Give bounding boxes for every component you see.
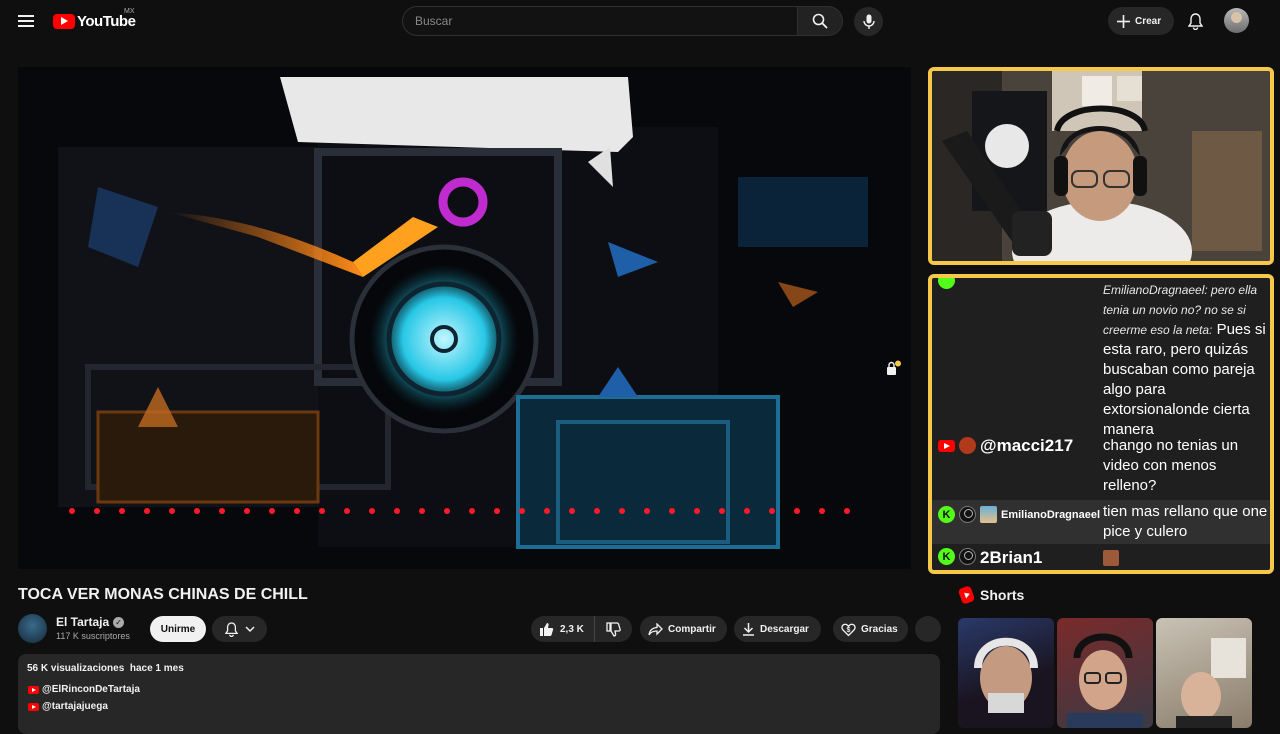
chevron-down-icon — [244, 625, 255, 632]
create-label: Crear — [1135, 15, 1162, 27]
channel-name-link[interactable]: El Tartaja ✓ — [56, 615, 125, 629]
thanks-label: Gracias — [861, 623, 898, 635]
logo-text: YouTube — [77, 12, 136, 30]
video-player[interactable] — [18, 67, 911, 569]
short-thumbnail-image — [974, 637, 1038, 713]
description-box[interactable]: 56 K visualizaciones hace 1 mes @ElRinco… — [18, 654, 940, 734]
thanks-button[interactable]: $ Gracias — [833, 616, 908, 642]
kick-badge-icon: K — [938, 548, 955, 565]
video-frame — [18, 67, 911, 569]
chat-user: K 2Brian1 — [932, 548, 1103, 568]
search-bar — [402, 6, 843, 36]
view-count: 56 K visualizaciones — [27, 663, 125, 674]
youtube-logo[interactable]: YouTube MX — [53, 8, 136, 32]
chat-message: K EmilianoDragnaeel tien mas rellano que… — [932, 500, 1270, 544]
account-avatar[interactable] — [1224, 8, 1249, 33]
youtube-icon — [28, 685, 39, 694]
description-link[interactable]: @tartajajuega — [28, 701, 108, 712]
chat-message-text: chango no tenias un video con menos rell… — [1103, 437, 1239, 494]
upload-date: hace 1 mes — [129, 663, 184, 674]
bell-icon — [224, 621, 238, 637]
short-thumbnail-image — [1176, 638, 1246, 728]
user-avatar-icon — [980, 506, 997, 523]
chat-username: EmilianoDragnaeel — [1001, 509, 1101, 521]
channel-link-text: @tartajajuega — [42, 701, 108, 712]
chat-message-text: tien mas rellano que one pice y culero — [1103, 503, 1268, 540]
join-button[interactable]: Unirme — [150, 616, 206, 642]
search-input[interactable] — [402, 6, 797, 36]
short-thumbnail-image — [1067, 633, 1143, 728]
share-button[interactable]: Compartir — [640, 616, 727, 642]
kick-badge-icon: K — [938, 506, 955, 523]
voice-search-button[interactable] — [854, 7, 883, 36]
channel-avatar[interactable] — [18, 614, 47, 643]
chat-message-text: Pues si esta raro, pero quizás buscaban … — [1103, 321, 1266, 438]
subscriber-count: 117 K suscriptores — [56, 631, 130, 641]
chat-user: K EmilianoDragnaeel — [932, 500, 1103, 544]
chat-message: @macci217 chango no tenias un video con … — [932, 436, 1270, 496]
svg-text:$: $ — [847, 627, 851, 634]
search-icon — [812, 13, 828, 29]
chat-username: @macci217 — [980, 436, 1074, 455]
shorts-header: Shorts — [957, 585, 1025, 605]
dislike-button[interactable] — [595, 616, 632, 642]
verified-icon: ✓ — [113, 616, 125, 628]
top-bar: YouTube MX Crear — [0, 0, 1280, 42]
notifications-button[interactable] — [1181, 7, 1209, 35]
chat-overlay: EmilianoDragnaeel: pero ella tenia un no… — [928, 274, 1274, 574]
youtube-badge-icon — [938, 440, 955, 452]
more-actions-button[interactable] — [915, 616, 941, 642]
chat-message: EmilianoDragnaeel: pero ella tenia un no… — [932, 280, 1270, 440]
shorts-icon — [957, 585, 976, 605]
webcam-overlay — [928, 67, 1274, 265]
video-title: TOCA VER MONAS CHINAS DE CHILL — [18, 586, 308, 603]
short-thumbnail[interactable] — [1057, 618, 1153, 728]
like-count: 2,3 K — [560, 623, 584, 635]
shorts-title: Shorts — [980, 587, 1025, 603]
search-button[interactable] — [797, 6, 843, 36]
plus-icon — [1117, 14, 1130, 28]
description-link[interactable]: @ElRinconDeTartaja — [28, 684, 140, 695]
view-info: 56 K visualizaciones hace 1 mes — [27, 663, 184, 674]
youtube-logo-icon — [53, 13, 75, 29]
demon-badge-icon — [959, 437, 976, 454]
chat-messages: EmilianoDragnaeel: pero ella tenia un no… — [932, 278, 1270, 570]
emote-icon — [1103, 550, 1119, 566]
chat-username: 2Brian1 — [980, 548, 1043, 567]
bell-icon — [1187, 12, 1203, 30]
chat-user: @macci217 — [932, 436, 1103, 496]
channel-link-text: @ElRinconDeTartaja — [42, 684, 140, 695]
logo-region: MX — [124, 8, 135, 15]
thumbs-down-icon — [606, 621, 621, 637]
youtube-icon — [28, 702, 39, 711]
download-label: Descargar — [760, 623, 809, 635]
download-button[interactable]: Descargar — [734, 616, 821, 642]
short-thumbnail[interactable] — [1156, 618, 1252, 728]
share-label: Compartir — [668, 623, 716, 635]
menu-icon[interactable] — [10, 5, 42, 37]
subscription-button[interactable] — [212, 616, 267, 642]
channel-name: El Tartaja — [56, 615, 110, 629]
user-badge-icon — [959, 548, 976, 565]
like-button[interactable]: 2,3 K — [531, 616, 595, 642]
user-badge-icon — [959, 506, 976, 523]
super-thanks-icon: $ — [841, 623, 856, 636]
download-icon — [743, 623, 754, 636]
share-icon — [648, 622, 663, 636]
create-button[interactable]: Crear — [1108, 7, 1174, 35]
webcam-feed — [932, 71, 1270, 261]
short-thumbnail[interactable] — [958, 618, 1054, 728]
chat-message: K 2Brian1 — [932, 548, 1270, 568]
lock-icon[interactable] — [884, 360, 902, 378]
thumbs-up-icon — [540, 622, 554, 636]
microphone-icon — [862, 14, 875, 29]
like-dislike-bar: 2,3 K — [531, 616, 632, 642]
